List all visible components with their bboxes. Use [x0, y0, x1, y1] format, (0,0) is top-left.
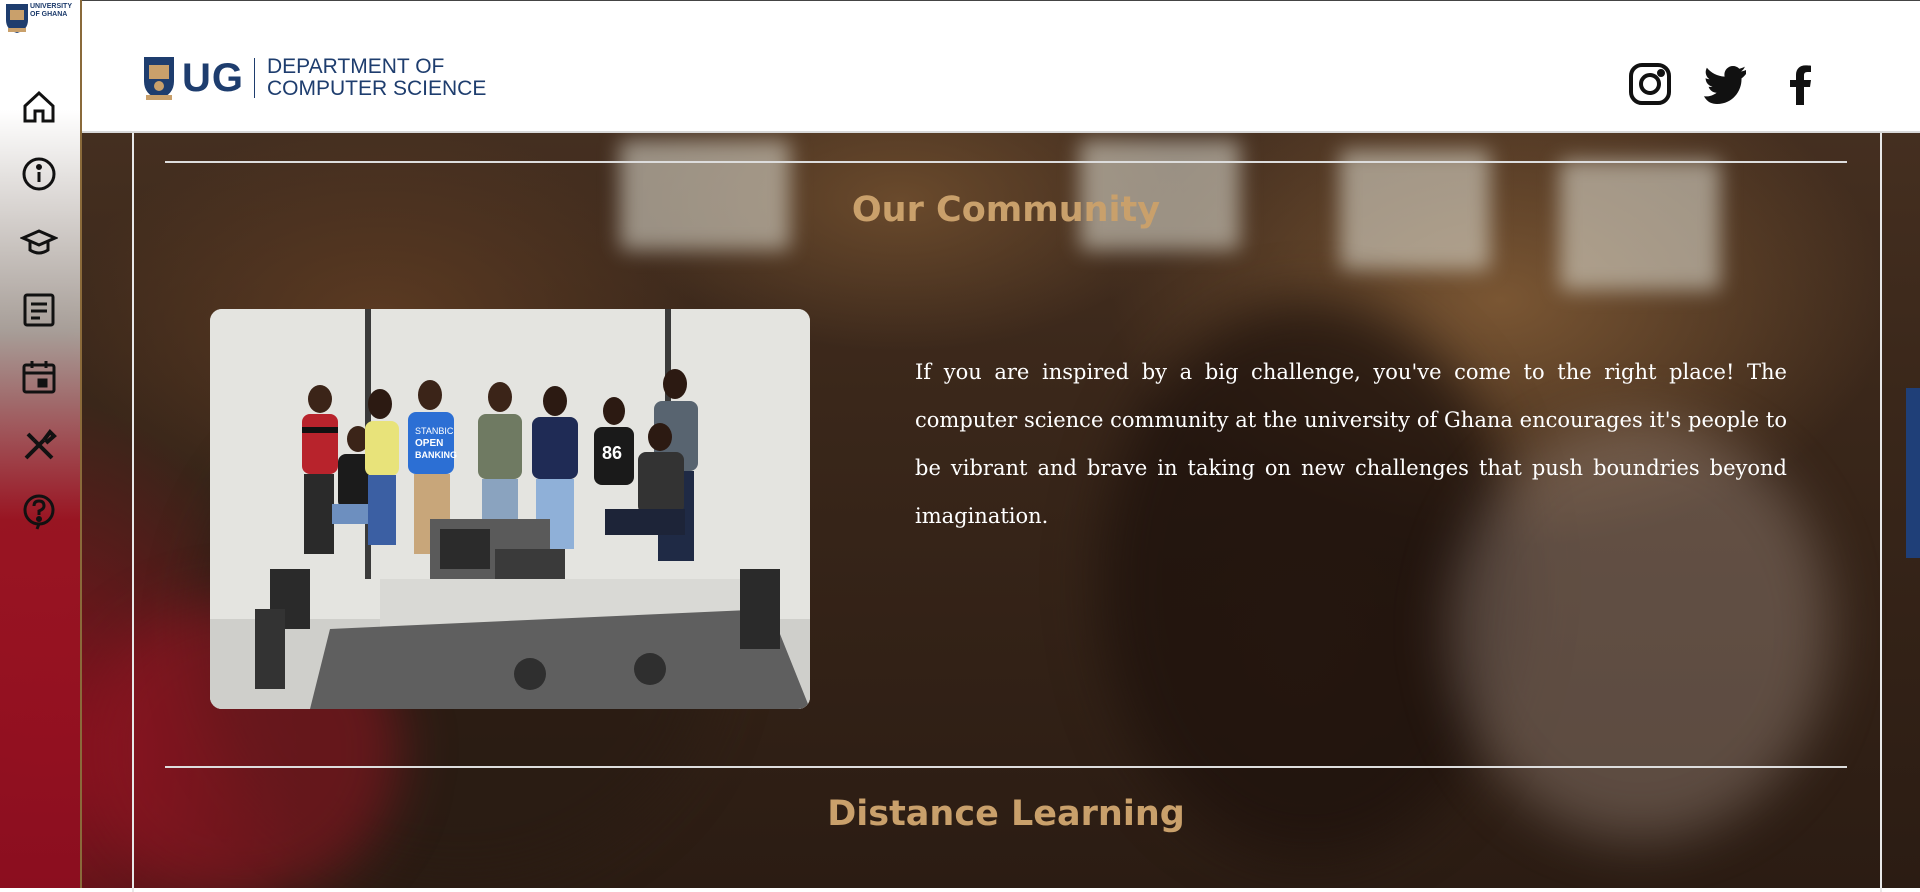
photo-text-banking: BANKING [415, 450, 457, 460]
document-icon[interactable] [20, 291, 58, 329]
section-divider [165, 766, 1847, 768]
crest-caption: UNIVERSITY OF GHANA [30, 3, 72, 18]
ug-crest-icon [144, 57, 174, 100]
photo-text-open: OPEN [415, 438, 443, 449]
logo-abbreviation: UG [182, 55, 244, 100]
help-icon[interactable] [20, 493, 58, 531]
twitter-icon[interactable] [1702, 61, 1748, 107]
community-description: If you are inspired by a big challenge, … [915, 360, 1787, 528]
site-header: UG DEPARTMENT OF COMPUTER SCIENCE [82, 0, 1920, 133]
info-icon[interactable] [20, 155, 58, 193]
calendar-icon[interactable] [20, 358, 58, 396]
department-line-2: COMPUTER SCIENCE [267, 77, 487, 100]
facebook-icon[interactable] [1778, 61, 1824, 107]
distance-learning-title: Distance Learning [827, 794, 1185, 834]
photo-text-86: 86 [602, 443, 622, 463]
community-photo: STANBIC OPEN BANKING 86 [210, 309, 810, 709]
department-logo[interactable]: UG DEPARTMENT OF COMPUTER SCIENCE [142, 53, 486, 103]
section-divider [165, 161, 1847, 163]
graduation-cap-icon[interactable] [19, 223, 59, 261]
tools-icon[interactable] [20, 426, 58, 464]
side-nav: UNIVERSITY OF GHANA [0, 0, 82, 888]
department-name: DEPARTMENT OF COMPUTER SCIENCE [267, 56, 486, 100]
instagram-icon[interactable] [1627, 61, 1673, 107]
photo-text-stanbic: STANBIC [415, 426, 454, 436]
university-crest-icon [6, 4, 28, 33]
home-icon[interactable] [20, 88, 58, 126]
department-line-1: DEPARTMENT OF [267, 55, 445, 78]
community-title: Our Community [851, 190, 1161, 230]
logo-divider [254, 58, 255, 98]
scroll-indicator[interactable] [1906, 388, 1920, 558]
